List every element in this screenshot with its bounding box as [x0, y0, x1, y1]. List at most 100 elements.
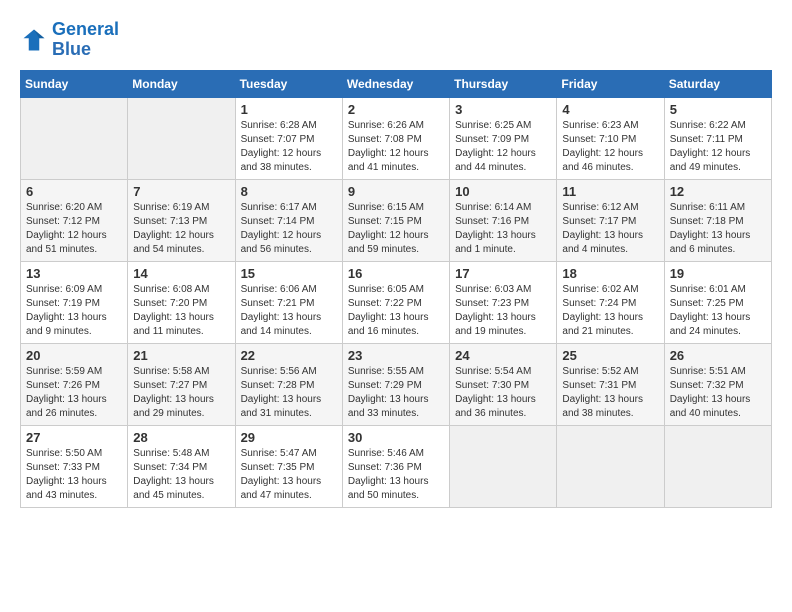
day-info: Sunrise: 6:23 AM Sunset: 7:10 PM Dayligh… — [562, 119, 658, 175]
calendar-cell: 27 Sunrise: 5:50 AM Sunset: 7:33 PM Dayli… — [21, 425, 128, 507]
weekday-header-monday: Monday — [128, 70, 235, 97]
day-number: 2 — [348, 102, 444, 117]
day-number: 14 — [133, 266, 229, 281]
day-number: 15 — [241, 266, 337, 281]
day-number: 13 — [26, 266, 122, 281]
calendar-cell: 12Sunrise: 6:11 AM Sunset: 7:18 PM Dayli… — [664, 179, 771, 261]
day-info: Sunrise: 5:55 AM Sunset: 7:29 PM Dayligh… — [348, 365, 444, 421]
day-number: 4 — [562, 102, 658, 117]
day-number: 3 — [455, 102, 551, 117]
calendar-cell — [557, 425, 664, 507]
day-number: 28 — [133, 430, 229, 445]
day-number: 26 — [670, 348, 766, 363]
calendar-cell: 21 Sunrise: 5:58 AM Sunset: 7:27 PM Dayli… — [128, 343, 235, 425]
weekday-header-friday: Friday — [557, 70, 664, 97]
day-info: Sunrise: 6:19 AM Sunset: 7:13 PM Dayligh… — [133, 201, 229, 257]
calendar-cell: 10 Sunrise: 6:14 AM Sunset: 7:16 PM Dayli… — [450, 179, 557, 261]
day-info: Sunrise: 6:01 AM Sunset: 7:25 PM Dayligh… — [670, 283, 766, 339]
weekday-header-sunday: Sunday — [21, 70, 128, 97]
calendar-cell: 29 Sunrise: 5:47 AM Sunset: 7:35 PM Dayli… — [235, 425, 342, 507]
calendar-cell: 17 Sunrise: 6:03 AM Sunset: 7:23 PM Dayli… — [450, 261, 557, 343]
day-number: 9 — [348, 184, 444, 199]
day-number: 30 — [348, 430, 444, 445]
day-info: Sunrise: 5:59 AM Sunset: 7:26 PM Dayligh… — [26, 365, 122, 421]
day-number: 18 — [562, 266, 658, 281]
calendar-cell: 19 Sunrise: 6:01 AM Sunset: 7:25 PM Dayli… — [664, 261, 771, 343]
calendar-cell: 25Sunrise: 5:52 AM Sunset: 7:31 PM Dayli… — [557, 343, 664, 425]
day-info: Sunrise: 6:28 AM Sunset: 7:07 PM Dayligh… — [241, 119, 337, 175]
weekday-header-thursday: Thursday — [450, 70, 557, 97]
day-number: 6 — [26, 184, 122, 199]
day-info: Sunrise: 5:48 AM Sunset: 7:34 PM Dayligh… — [133, 447, 229, 503]
day-number: 27 — [26, 430, 122, 445]
day-info: Sunrise: 5:47 AM Sunset: 7:35 PM Dayligh… — [241, 447, 337, 503]
day-info: Sunrise: 6:17 AM Sunset: 7:14 PM Dayligh… — [241, 201, 337, 257]
day-info: Sunrise: 6:12 AM Sunset: 7:17 PM Dayligh… — [562, 201, 658, 257]
day-info: Sunrise: 6:25 AM Sunset: 7:09 PM Dayligh… — [455, 119, 551, 175]
day-info: Sunrise: 5:50 AM Sunset: 7:33 PM Dayligh… — [26, 447, 122, 503]
calendar-cell: 11 Sunrise: 6:12 AM Sunset: 7:17 PM Dayli… — [557, 179, 664, 261]
day-number: 19 — [670, 266, 766, 281]
calendar-cell — [21, 97, 128, 179]
day-info: Sunrise: 6:06 AM Sunset: 7:21 PM Dayligh… — [241, 283, 337, 339]
day-number: 11 — [562, 184, 658, 199]
weekday-header-tuesday: Tuesday — [235, 70, 342, 97]
day-number: 22 — [241, 348, 337, 363]
day-number: 1 — [241, 102, 337, 117]
calendar-cell — [450, 425, 557, 507]
weekday-header-saturday: Saturday — [664, 70, 771, 97]
calendar-cell — [128, 97, 235, 179]
day-info: Sunrise: 6:09 AM Sunset: 7:19 PM Dayligh… — [26, 283, 122, 339]
day-number: 17 — [455, 266, 551, 281]
day-info: Sunrise: 6:03 AM Sunset: 7:23 PM Dayligh… — [455, 283, 551, 339]
calendar-cell: 13 Sunrise: 6:09 AM Sunset: 7:19 PM Dayli… — [21, 261, 128, 343]
day-number: 7 — [133, 184, 229, 199]
calendar-cell: 7 Sunrise: 6:19 AM Sunset: 7:13 PM Daylig… — [128, 179, 235, 261]
calendar-cell: 15 Sunrise: 6:06 AM Sunset: 7:21 PM Dayli… — [235, 261, 342, 343]
day-number: 16 — [348, 266, 444, 281]
calendar-cell: 23 Sunrise: 5:55 AM Sunset: 7:29 PM Dayli… — [342, 343, 449, 425]
calendar-cell: 1 Sunrise: 6:28 AM Sunset: 7:07 PM Daylig… — [235, 97, 342, 179]
day-number: 21 — [133, 348, 229, 363]
calendar-cell: 9 Sunrise: 6:15 AM Sunset: 7:15 PM Daylig… — [342, 179, 449, 261]
calendar-cell: 30 Sunrise: 5:46 AM Sunset: 7:36 PM Dayli… — [342, 425, 449, 507]
day-number: 20 — [26, 348, 122, 363]
day-info: Sunrise: 6:15 AM Sunset: 7:15 PM Dayligh… — [348, 201, 444, 257]
calendar-cell: 14 Sunrise: 6:08 AM Sunset: 7:20 PM Dayli… — [128, 261, 235, 343]
day-info: Sunrise: 6:02 AM Sunset: 7:24 PM Dayligh… — [562, 283, 658, 339]
calendar-cell: 22 Sunrise: 5:56 AM Sunset: 7:28 PM Dayli… — [235, 343, 342, 425]
day-info: Sunrise: 5:46 AM Sunset: 7:36 PM Dayligh… — [348, 447, 444, 503]
calendar-cell: 26 Sunrise: 5:51 AM Sunset: 7:32 PM Dayli… — [664, 343, 771, 425]
logo-icon — [20, 26, 48, 54]
day-number: 8 — [241, 184, 337, 199]
calendar-cell: 24 Sunrise: 5:54 AM Sunset: 7:30 PM Dayli… — [450, 343, 557, 425]
calendar-table: SundayMondayTuesdayWednesdayThursdayFrid… — [20, 70, 772, 508]
day-info: Sunrise: 6:05 AM Sunset: 7:22 PM Dayligh… — [348, 283, 444, 339]
calendar-cell — [664, 425, 771, 507]
day-info: Sunrise: 6:08 AM Sunset: 7:20 PM Dayligh… — [133, 283, 229, 339]
day-number: 10 — [455, 184, 551, 199]
day-number: 25 — [562, 348, 658, 363]
day-info: Sunrise: 5:58 AM Sunset: 7:27 PM Dayligh… — [133, 365, 229, 421]
day-info: Sunrise: 5:56 AM Sunset: 7:28 PM Dayligh… — [241, 365, 337, 421]
logo-text: GeneralBlue — [52, 20, 119, 60]
day-info: Sunrise: 5:54 AM Sunset: 7:30 PM Dayligh… — [455, 365, 551, 421]
day-info: Sunrise: 5:51 AM Sunset: 7:32 PM Dayligh… — [670, 365, 766, 421]
day-number: 29 — [241, 430, 337, 445]
calendar-cell: 20 Sunrise: 5:59 AM Sunset: 7:26 PM Dayli… — [21, 343, 128, 425]
calendar-cell: 8 Sunrise: 6:17 AM Sunset: 7:14 PM Daylig… — [235, 179, 342, 261]
calendar-cell: 3 Sunrise: 6:25 AM Sunset: 7:09 PM Daylig… — [450, 97, 557, 179]
calendar-cell: 5 Sunrise: 6:22 AM Sunset: 7:11 PM Daylig… — [664, 97, 771, 179]
page-header: GeneralBlue — [20, 20, 772, 60]
day-number: 24 — [455, 348, 551, 363]
day-info: Sunrise: 6:14 AM Sunset: 7:16 PM Dayligh… — [455, 201, 551, 257]
calendar-cell: 4 Sunrise: 6:23 AM Sunset: 7:10 PM Daylig… — [557, 97, 664, 179]
day-info: Sunrise: 6:11 AM Sunset: 7:18 PM Dayligh… — [670, 201, 766, 257]
day-info: Sunrise: 6:22 AM Sunset: 7:11 PM Dayligh… — [670, 119, 766, 175]
calendar-cell: 28 Sunrise: 5:48 AM Sunset: 7:34 PM Dayli… — [128, 425, 235, 507]
day-info: Sunrise: 6:20 AM Sunset: 7:12 PM Dayligh… — [26, 201, 122, 257]
logo: GeneralBlue — [20, 20, 119, 60]
calendar-cell: 2Sunrise: 6:26 AM Sunset: 7:08 PM Daylig… — [342, 97, 449, 179]
day-number: 5 — [670, 102, 766, 117]
day-number: 23 — [348, 348, 444, 363]
